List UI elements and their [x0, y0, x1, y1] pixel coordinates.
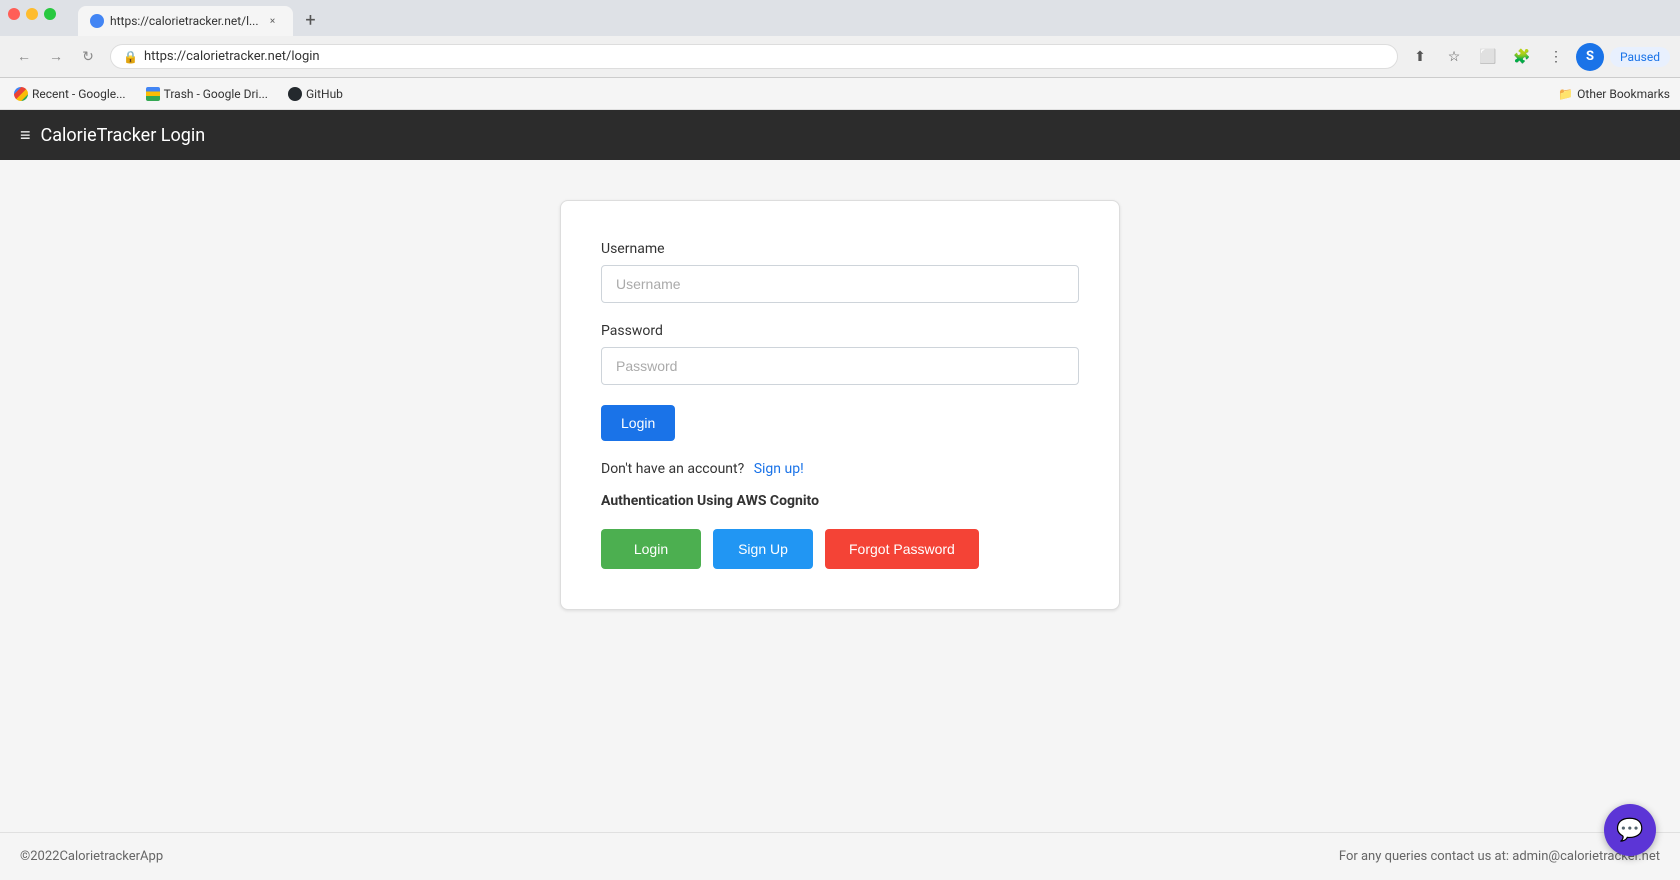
other-bookmarks-label: Other Bookmarks [1577, 87, 1670, 101]
bookmark-recent-google[interactable]: Recent - Google... [10, 85, 130, 103]
signup-prompt: Don't have an account? [601, 461, 744, 477]
footer-contact: For any queries contact us at: admin@cal… [1339, 849, 1660, 864]
bookmark-github[interactable]: GitHub [284, 85, 347, 103]
browser-tab[interactable]: https://calorietracker.net/l... × [78, 6, 293, 36]
tab-close-button[interactable]: × [265, 13, 281, 29]
username-label: Username [601, 241, 1079, 257]
address-bar[interactable]: 🔒 https://calorietracker.net/login [110, 44, 1398, 69]
app-main: Username Password Login Don't have an ac… [0, 160, 1680, 832]
signup-link[interactable]: Sign up! [754, 461, 804, 477]
navigation-bar: ← → ↻ 🔒 https://calorietracker.net/login… [0, 36, 1680, 78]
cognito-signup-button[interactable]: Sign Up [713, 529, 813, 569]
login-button[interactable]: Login [601, 405, 675, 441]
bookmark-google-drive[interactable]: Trash - Google Dri... [142, 85, 272, 103]
minimize-traffic-light[interactable] [26, 8, 38, 20]
auth-section-title: Authentication Using AWS Cognito [601, 493, 1079, 509]
back-button[interactable]: ← [10, 43, 38, 71]
close-traffic-light[interactable] [8, 8, 20, 20]
password-label: Password [601, 323, 1079, 339]
other-bookmarks[interactable]: 📁 Other Bookmarks [1558, 87, 1670, 101]
app-header: ≡ CalorieTracker Login [0, 110, 1680, 160]
browser-chrome: https://calorietracker.net/l... × + ← → … [0, 0, 1680, 110]
extensions-button[interactable]: 🧩 [1508, 43, 1536, 71]
paused-button[interactable]: Paused [1610, 47, 1670, 67]
github-favicon [288, 87, 302, 101]
bookmark-button[interactable]: ☆ [1440, 43, 1468, 71]
signup-text: Don't have an account? Sign up! [601, 461, 1079, 477]
username-input[interactable] [601, 265, 1079, 303]
chat-button[interactable]: 💬 [1604, 804, 1656, 856]
reload-button[interactable]: ↻ [74, 43, 102, 71]
login-card: Username Password Login Don't have an ac… [560, 200, 1120, 610]
password-group: Password [601, 323, 1079, 385]
nav-controls: ← → ↻ [10, 43, 102, 71]
tab-title: https://calorietracker.net/l... [110, 14, 259, 28]
forward-button[interactable]: → [42, 43, 70, 71]
app-wrapper: ≡ CalorieTracker Login Username Password… [0, 110, 1680, 880]
chat-icon: 💬 [1616, 818, 1643, 843]
bookmark-drive-label: Trash - Google Dri... [164, 87, 268, 101]
username-group: Username [601, 241, 1079, 303]
password-input[interactable] [601, 347, 1079, 385]
new-tab-button[interactable]: + [297, 6, 325, 34]
cognito-forgot-password-button[interactable]: Forgot Password [825, 529, 979, 569]
footer-copyright: ©2022CalorietrackerApp [20, 849, 163, 864]
address-text: https://calorietracker.net/login [144, 49, 1385, 64]
cast-button[interactable]: ⬜ [1474, 43, 1502, 71]
auth-buttons: Login Sign Up Forgot Password [601, 529, 1079, 569]
bookmarks-bar: Recent - Google... Trash - Google Dri...… [0, 78, 1680, 110]
tab-favicon [90, 14, 104, 28]
google-favicon [14, 87, 28, 101]
profile-button[interactable]: S [1576, 43, 1604, 71]
folder-icon: 📁 [1558, 87, 1573, 101]
paused-label: Paused [1620, 50, 1660, 64]
drive-favicon [146, 87, 160, 101]
bookmark-recent-label: Recent - Google... [32, 87, 126, 101]
browser-menu[interactable]: ⋮ [1542, 43, 1570, 71]
tab-bar: https://calorietracker.net/l... × + [0, 0, 1680, 36]
maximize-traffic-light[interactable] [44, 8, 56, 20]
cognito-login-button[interactable]: Login [601, 529, 701, 569]
nav-actions: ⬆ ☆ ⬜ 🧩 ⋮ S Paused [1406, 43, 1670, 71]
app-title: CalorieTracker Login [41, 125, 206, 146]
app-footer: ©2022CalorietrackerApp For any queries c… [0, 832, 1680, 880]
lock-icon: 🔒 [123, 50, 138, 64]
download-button[interactable]: ⬆ [1406, 43, 1434, 71]
menu-icon: ≡ [20, 125, 31, 146]
bookmark-github-label: GitHub [306, 87, 343, 101]
